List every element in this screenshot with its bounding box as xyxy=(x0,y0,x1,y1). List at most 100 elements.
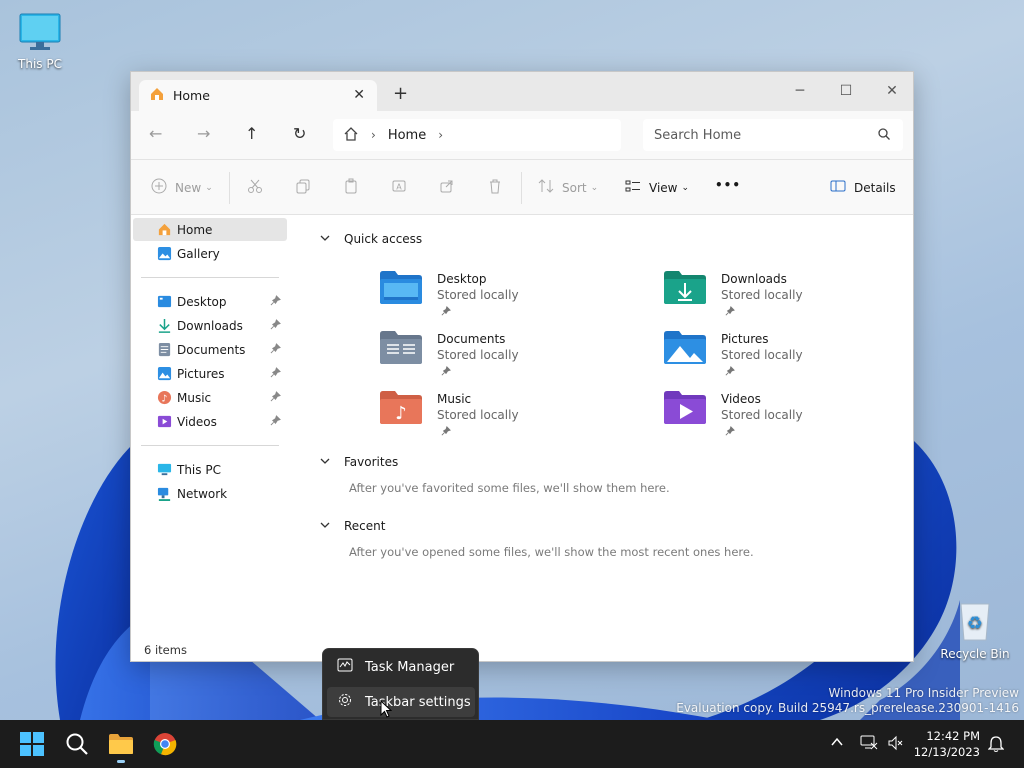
clock[interactable]: 12:42 PM 12/13/2023 xyxy=(914,728,980,760)
menu-item-task-manager[interactable]: Task Manager xyxy=(327,652,475,682)
start-windows-icon[interactable] xyxy=(20,732,44,759)
breadcrumb[interactable]: › Home › xyxy=(333,119,621,151)
sidebar-item-label: Network xyxy=(177,486,228,501)
sidebar-item-desktop[interactable]: Desktop xyxy=(133,290,287,313)
tab-home[interactable]: Home ✕ xyxy=(139,80,377,111)
notification-bell-icon[interactable] xyxy=(987,735,1005,756)
sidebar-item-label: Downloads xyxy=(177,318,243,333)
search-icon[interactable] xyxy=(65,732,89,759)
documents-icon xyxy=(157,342,172,360)
recycle-bin-icon: ♻ xyxy=(935,600,1015,645)
divider xyxy=(229,172,230,204)
quick-access-item-pictures[interactable]: Pictures Stored locally xyxy=(663,328,923,384)
svg-text:A: A xyxy=(396,183,402,192)
sidebar-item-label: Music xyxy=(177,390,212,405)
pin-icon[interactable] xyxy=(270,343,281,357)
pin-icon[interactable] xyxy=(270,319,281,333)
refresh-icon[interactable]: ↻ xyxy=(293,124,306,143)
section-quick-access[interactable]: Quick access xyxy=(320,232,422,246)
quick-access-item-videos[interactable]: Videos Stored locally xyxy=(663,388,923,444)
close-window-icon[interactable]: ✕ xyxy=(869,76,915,106)
new-button[interactable]: New ⌄ xyxy=(151,178,213,197)
minimize-icon[interactable]: ─ xyxy=(777,76,823,106)
clock-date: 12/13/2023 xyxy=(913,745,980,759)
sidebar-item-downloads[interactable]: Downloads xyxy=(133,314,287,337)
explorer-body: Home Gallery Desktop Downloads Documents xyxy=(131,216,913,661)
network-status-icon[interactable] xyxy=(860,734,878,753)
view-list-icon xyxy=(625,178,641,197)
sidebar-item-music[interactable]: ♪ Music xyxy=(133,386,287,409)
quick-access-item-desktop[interactable]: Desktop Stored locally xyxy=(379,268,639,324)
back-arrow-icon[interactable]: ← xyxy=(149,124,162,143)
desktop-icon-this-pc[interactable]: This PC xyxy=(0,12,80,71)
downloads-folder-icon xyxy=(663,268,707,309)
pin-icon xyxy=(725,305,735,319)
maximize-icon[interactable]: ☐ xyxy=(823,76,869,106)
view-button[interactable]: View ⌄ xyxy=(625,178,689,197)
svg-text:♻: ♻ xyxy=(967,613,983,634)
sidebar-item-gallery[interactable]: Gallery xyxy=(133,242,287,265)
forward-arrow-icon[interactable]: → xyxy=(197,124,210,143)
svg-text:♪: ♪ xyxy=(162,393,168,404)
section-favorites[interactable]: Favorites xyxy=(320,455,398,469)
sidebar-item-label: Documents xyxy=(177,342,246,357)
volume-muted-icon[interactable] xyxy=(887,735,903,754)
command-bar: New ⌄ A Sort ⌄ View ⌄ ••• Details xyxy=(131,159,913,215)
sidebar-item-network[interactable]: Network xyxy=(133,482,287,505)
monitor-icon xyxy=(0,12,80,55)
copy-icon[interactable] xyxy=(295,178,311,194)
breadcrumb-chevron-icon[interactable]: › xyxy=(438,128,443,142)
search-icon xyxy=(877,127,891,145)
sidebar-item-documents[interactable]: Documents xyxy=(133,338,287,361)
chrome-icon[interactable] xyxy=(153,732,177,759)
breadcrumb-home-icon[interactable] xyxy=(343,126,359,145)
videos-icon xyxy=(157,414,172,432)
pictures-folder-icon xyxy=(663,328,707,369)
search-box[interactable]: Search Home xyxy=(643,119,903,151)
menu-item-taskbar-settings[interactable]: Taskbar settings xyxy=(327,687,475,717)
sidebar-item-videos[interactable]: Videos xyxy=(133,410,287,433)
pin-icon[interactable] xyxy=(270,415,281,429)
home-icon xyxy=(157,222,172,240)
rename-icon[interactable]: A xyxy=(391,178,407,194)
sidebar-item-home[interactable]: Home xyxy=(133,218,287,241)
breadcrumb-home[interactable]: Home xyxy=(388,128,426,143)
quick-access-name: Desktop xyxy=(437,272,487,286)
share-icon[interactable] xyxy=(439,178,455,194)
documents-folder-icon xyxy=(379,328,423,369)
pin-icon[interactable] xyxy=(270,367,281,381)
pin-icon[interactable] xyxy=(270,391,281,405)
file-explorer-taskbar-icon[interactable] xyxy=(108,732,134,763)
desktop-icon-recycle-bin[interactable]: ♻ Recycle Bin xyxy=(935,600,1015,661)
quick-access-item-documents[interactable]: Documents Stored locally xyxy=(379,328,639,384)
search-placeholder: Search Home xyxy=(654,127,742,143)
clock-time: 12:42 PM xyxy=(926,729,980,743)
sort-label: Sort xyxy=(562,180,587,195)
sidebar-item-this-pc[interactable]: This PC xyxy=(133,458,287,481)
status-bar-item-count: 6 items xyxy=(144,643,187,657)
sidebar-item-label: Videos xyxy=(177,414,217,429)
section-recent[interactable]: Recent xyxy=(320,519,385,533)
chevron-up-icon[interactable] xyxy=(830,736,844,751)
chevron-down-icon: ⌄ xyxy=(205,182,213,193)
quick-access-item-music[interactable]: ♪ Music Stored locally xyxy=(379,388,639,444)
quick-access-item-downloads[interactable]: Downloads Stored locally xyxy=(663,268,923,324)
pin-icon xyxy=(441,305,451,319)
delete-icon[interactable] xyxy=(487,178,503,194)
details-button[interactable]: Details xyxy=(830,178,896,197)
sidebar-item-pictures[interactable]: Pictures xyxy=(133,362,287,385)
quick-access-name: Downloads xyxy=(721,272,787,286)
chevron-down-icon: ⌄ xyxy=(681,182,690,193)
new-tab-icon[interactable]: + xyxy=(393,83,408,104)
navigation-pane: Home Gallery Desktop Downloads Documents xyxy=(131,216,293,661)
more-options-button[interactable]: ••• xyxy=(715,178,741,192)
cut-icon[interactable] xyxy=(247,178,263,194)
sort-button[interactable]: Sort ⌄ xyxy=(538,178,598,197)
svg-text:♪: ♪ xyxy=(395,403,407,424)
paste-icon[interactable] xyxy=(343,178,359,194)
sidebar-item-label: This PC xyxy=(177,462,221,477)
tab-close-icon[interactable]: ✕ xyxy=(353,87,365,103)
pin-icon xyxy=(725,425,735,439)
up-arrow-icon[interactable]: ↑ xyxy=(245,124,258,143)
pin-icon[interactable] xyxy=(270,295,281,309)
